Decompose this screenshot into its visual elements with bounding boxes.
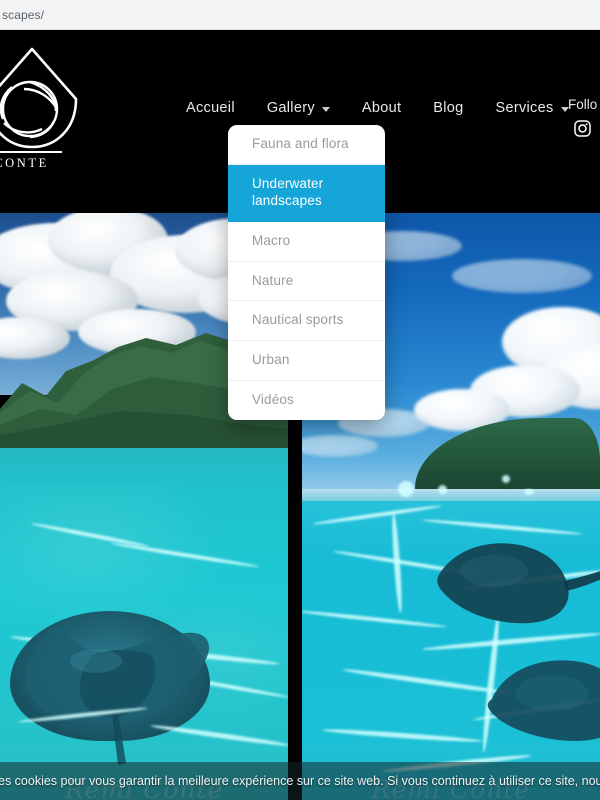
instagram-link[interactable] xyxy=(573,119,592,138)
dropdown-item-fauna-and-flora[interactable]: Fauna and flora xyxy=(228,125,385,165)
nav-item-blog[interactable]: Blog xyxy=(417,96,479,120)
site-logo[interactable] xyxy=(0,39,92,159)
stingray-shape xyxy=(437,543,600,624)
dropdown-item-label: Nature xyxy=(252,272,294,288)
cloud-shape xyxy=(452,259,592,293)
dropdown-item-label: Underwater landscapes xyxy=(252,175,324,208)
stingray-shape xyxy=(487,660,600,741)
dropdown-item-nature[interactable]: Nature xyxy=(228,262,385,302)
nav-label: Services xyxy=(495,100,554,116)
dropdown-item-underwater-landscapes[interactable]: Underwater landscapes xyxy=(228,164,385,222)
nav-label: Blog xyxy=(433,100,464,116)
url-text: scapes/ xyxy=(2,7,45,22)
logo-divider xyxy=(0,151,62,153)
nav-label: Gallery xyxy=(266,100,315,116)
primary-navigation: Accueil Gallery About Blog Services xyxy=(170,96,585,120)
dropdown-item-urban[interactable]: Urban xyxy=(228,341,385,382)
dropdown-item-label: Nautical sports xyxy=(252,312,344,328)
dropdown-item-videos[interactable]: Vidéos xyxy=(228,381,385,420)
browser-url-bar[interactable]: scapes/ xyxy=(0,0,600,30)
follow-label: Follo xyxy=(568,97,598,112)
dropdown-item-label: Macro xyxy=(252,232,291,248)
nav-item-gallery[interactable]: Gallery xyxy=(251,96,346,120)
sun-glint xyxy=(502,475,510,483)
nav-label: Accueil xyxy=(186,100,235,116)
page-viewport: Rémi Conte xyxy=(0,31,600,800)
cookie-consent-banner: es cookies pour vous garantir la meilleu… xyxy=(0,762,600,800)
nav-item-accueil[interactable]: Accueil xyxy=(170,96,251,120)
logo-wordmark: MI CONTE xyxy=(0,156,49,170)
dropdown-item-label: Fauna and flora xyxy=(252,136,349,151)
sun-glint xyxy=(398,481,414,497)
nav-item-about[interactable]: About xyxy=(346,96,417,120)
instagram-icon xyxy=(574,120,591,137)
waterdrop-camera-aperture-logo xyxy=(0,47,78,149)
sun-glint xyxy=(524,489,534,495)
sun-glint xyxy=(438,485,447,494)
nav-label: About xyxy=(361,100,402,116)
dropdown-item-label: Vidéos xyxy=(252,392,294,408)
dropdown-item-macro[interactable]: Macro xyxy=(228,222,385,262)
dropdown-item-nautical-sports[interactable]: Nautical sports xyxy=(228,301,385,342)
cookie-consent-text: es cookies pour vous garantir la meilleu… xyxy=(0,774,600,788)
chevron-down-icon xyxy=(321,106,330,112)
gallery-dropdown-menu: Fauna and flora Underwater landscapes Ma… xyxy=(228,125,385,420)
dropdown-item-label: Urban xyxy=(252,352,290,368)
